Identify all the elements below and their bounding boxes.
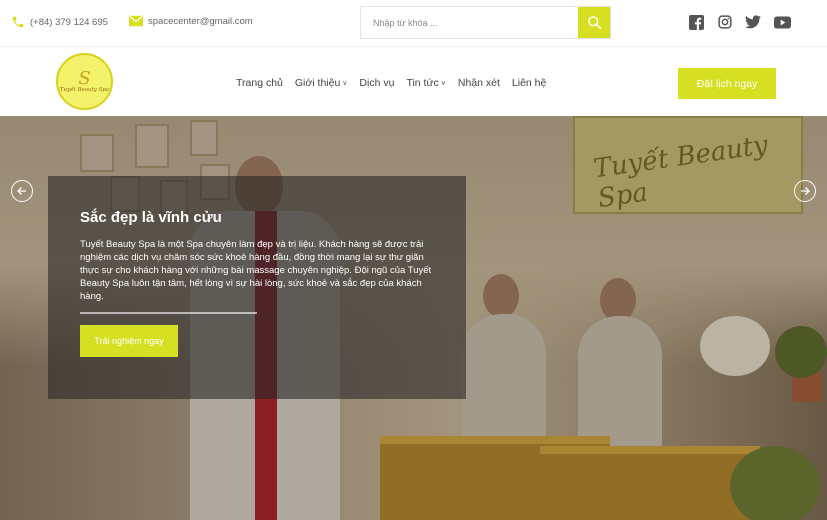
menu-item-label: Trang chủ [236, 77, 283, 89]
facebook-icon [688, 14, 704, 30]
menu-item-label: Nhận xét [457, 77, 500, 89]
youtube-link[interactable] [773, 13, 791, 31]
twitter-icon [745, 15, 761, 29]
hero-description: Tuyết Beauty Spa là một Spa chuyên làm đ… [80, 239, 432, 302]
phone-contact[interactable]: (+84) 379 124 695 [11, 15, 108, 29]
logo[interactable]: S Tuyết Beauty Spa [56, 53, 113, 110]
youtube-icon [773, 15, 791, 29]
email-address: spacecenter@gmail.com [148, 15, 253, 27]
next-slide-button[interactable] [794, 180, 816, 202]
experience-now-button[interactable]: Trải nghiệm ngay [80, 325, 178, 357]
divider [80, 312, 257, 314]
hero-title: Sắc đẹp là vĩnh cửu [80, 209, 222, 226]
logo-text: Tuyết Beauty Spa [59, 86, 110, 93]
menu-item-news[interactable]: Tin tức ∨ [406, 77, 445, 89]
menu-item-services[interactable]: Dịch vụ [359, 77, 394, 89]
phone-icon [12, 16, 24, 28]
main-menu: Trang chủ Giới thiệu ∨ Dịch vụ Tin tức ∨… [236, 77, 558, 89]
prev-slide-button[interactable] [11, 180, 33, 202]
chevron-down-icon: ∨ [342, 80, 348, 87]
search-box [360, 6, 611, 39]
phone-number: (+84) 379 124 695 [30, 16, 108, 28]
search-button[interactable] [578, 7, 610, 38]
menu-item-home[interactable]: Trang chủ [236, 77, 283, 89]
hero-caption: Sắc đẹp là vĩnh cửu Tuyết Beauty Spa là … [48, 176, 466, 399]
top-bar: (+84) 379 124 695 spacecenter@gmail.com [0, 0, 827, 46]
facebook-link[interactable] [687, 13, 705, 31]
menu-item-label: Giới thiệu [294, 77, 341, 89]
instagram-icon [718, 15, 732, 29]
chevron-down-icon: ∨ [440, 80, 446, 87]
search-icon [587, 16, 601, 30]
instagram-link[interactable] [716, 13, 734, 31]
mail-icon [129, 15, 143, 27]
arrow-left-icon [17, 187, 26, 195]
email-contact[interactable]: spacecenter@gmail.com [129, 15, 253, 27]
arrow-right-icon [801, 187, 810, 195]
menu-item-contact[interactable]: Liên hệ [512, 77, 546, 89]
book-now-button[interactable]: Đặt lịch ngay [678, 68, 776, 99]
menu-item-label: Liên hệ [511, 77, 547, 89]
main-navbar: S Tuyết Beauty Spa Trang chủ Giới thiệu … [0, 46, 827, 116]
twitter-link[interactable] [744, 13, 762, 31]
menu-item-label: Dịch vụ [359, 77, 395, 89]
menu-item-label: Tin tức [406, 77, 439, 89]
search-input[interactable] [361, 7, 578, 38]
menu-item-about[interactable]: Giới thiệu ∨ [295, 77, 348, 89]
menu-item-reviews[interactable]: Nhận xét [458, 77, 500, 89]
hero-slider: Tuyết Beauty Spa Sắc đẹp là vĩnh cửu Tuy… [0, 116, 827, 520]
logo-mark: S [78, 67, 91, 89]
